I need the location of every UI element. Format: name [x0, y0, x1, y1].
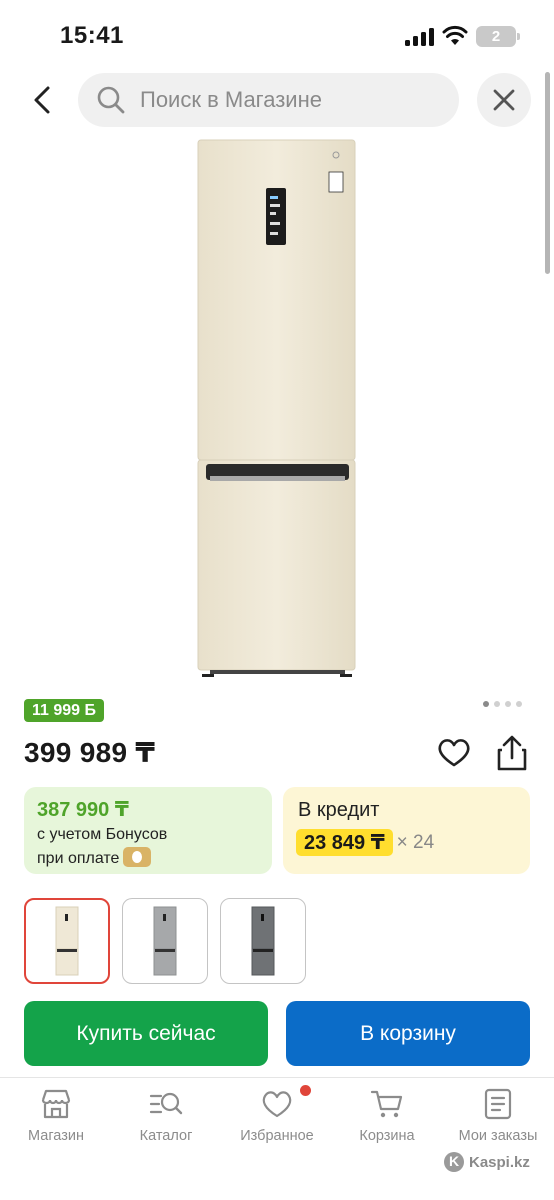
status-bar: 15:41 2: [0, 0, 554, 70]
bonus-price-card[interactable]: 387 990 ₸ с учетом Бонусов при оплате: [24, 787, 272, 874]
nav-item-orders[interactable]: Мои заказы: [448, 1088, 548, 1144]
kaspi-logo: [444, 1152, 464, 1172]
nav-label-cart: Корзина: [359, 1128, 415, 1144]
search-bar[interactable]: [78, 73, 459, 127]
variant-thumbnail: [251, 906, 275, 976]
add-to-cart-button[interactable]: В корзину: [286, 1001, 530, 1066]
heart-icon: [262, 1091, 292, 1118]
notification-dot: [300, 1085, 311, 1096]
status-time: 15:41: [60, 22, 124, 49]
payment-label: при оплате: [37, 850, 120, 867]
nav-label-store: Магазин: [28, 1128, 84, 1144]
bottom-nav: Магазин Каталог Избранное Корзина Мои за…: [0, 1077, 554, 1200]
variant-graphite[interactable]: [220, 898, 306, 984]
carousel-dots: [483, 701, 522, 707]
close-icon: [493, 89, 515, 111]
payment-line: при оплате: [37, 847, 259, 871]
watermark-text: Kaspi.kz: [469, 1153, 530, 1171]
carousel-dot: [505, 701, 511, 707]
catalog-search-icon: [149, 1092, 183, 1115]
cart-icon: [370, 1090, 403, 1118]
variant-beige[interactable]: [24, 898, 110, 984]
credit-title: В кредит: [298, 799, 380, 821]
bonus-line: с учетом Бонусов: [37, 826, 168, 843]
variant-silver[interactable]: [122, 898, 208, 984]
variant-thumbnail: [153, 906, 177, 976]
nav-label-favorites: Избранное: [240, 1128, 314, 1144]
bonus-price: 387 990 ₸: [37, 799, 129, 821]
scrollbar[interactable]: [545, 72, 550, 274]
nav-item-store[interactable]: Магазин: [6, 1088, 106, 1144]
credit-amount: 23 849 ₸: [296, 829, 393, 856]
signal-icon: [405, 28, 435, 46]
product-image[interactable]: [190, 138, 365, 680]
nav-item-favorites[interactable]: Избранное: [227, 1088, 327, 1144]
nav-label-orders: Мои заказы: [458, 1128, 538, 1144]
battery-indicator: 2: [476, 26, 520, 47]
search-input[interactable]: [140, 87, 440, 113]
credit-months: × 24: [396, 831, 435, 853]
share-icon[interactable]: [494, 734, 530, 772]
credit-row: 23 849 ₸ × 24: [296, 829, 517, 856]
orders-icon: [484, 1088, 512, 1120]
watermark: Kaspi.kz: [444, 1152, 530, 1172]
nav-item-cart[interactable]: Корзина: [337, 1088, 437, 1144]
chevron-left-icon: [34, 86, 50, 114]
close-button[interactable]: [477, 73, 531, 127]
search-icon: [97, 86, 125, 114]
nav-label-catalog: Каталог: [139, 1128, 193, 1144]
carousel-dot: [494, 701, 500, 707]
variant-thumbnail: [55, 906, 79, 976]
heart-icon[interactable]: [436, 735, 472, 771]
product-price: 399 989 ₸: [24, 737, 156, 768]
header: [0, 70, 554, 130]
carousel-dot: [483, 701, 489, 707]
credit-card[interactable]: В кредит 23 849 ₸ × 24: [283, 787, 530, 874]
back-button[interactable]: [22, 78, 62, 122]
carousel-dot: [516, 701, 522, 707]
buy-now-button[interactable]: Купить сейчас: [24, 1001, 268, 1066]
bonus-badge: 11 999 Б: [24, 699, 104, 722]
store-icon: [41, 1089, 71, 1119]
kaspi-pay-icon: [123, 847, 152, 867]
wifi-icon: [442, 25, 468, 45]
nav-item-catalog[interactable]: Каталог: [116, 1088, 216, 1144]
